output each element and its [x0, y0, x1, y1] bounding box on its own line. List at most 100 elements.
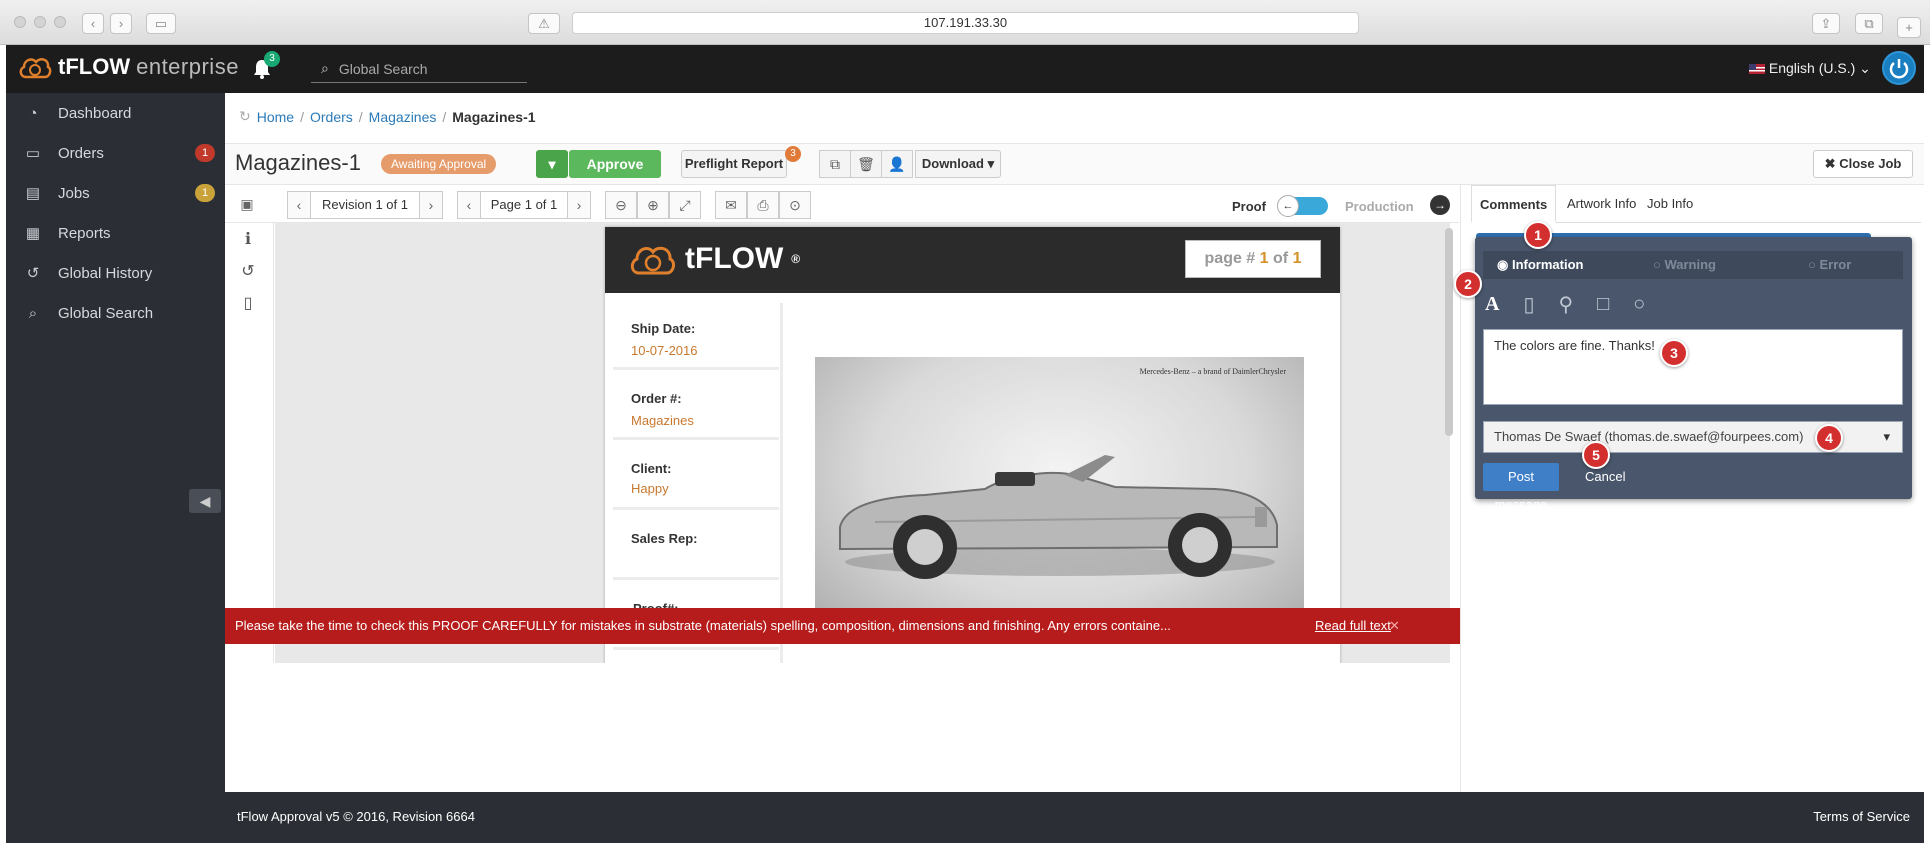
tab-comments[interactable]: Comments — [1471, 185, 1557, 223]
panel-tabs: Comments Artwork Info Job Info — [1471, 185, 1921, 223]
next-revision-icon[interactable]: › — [419, 191, 443, 219]
history-icon[interactable]: ↺ — [238, 261, 258, 283]
prev-page-icon[interactable]: ‹ — [457, 191, 481, 219]
approve-button[interactable]: Approve — [569, 150, 661, 178]
banner-text: Please take the time to check this PROOF… — [235, 618, 1171, 633]
sidebar-item-jobs[interactable]: ▤ Jobs 1 — [6, 173, 225, 213]
power-logout-icon[interactable] — [1882, 51, 1916, 85]
sidebar-item-label: Jobs — [58, 184, 90, 202]
page-annotation-icon[interactable]: ▯ — [1523, 292, 1534, 317]
status-badge: Awaiting Approval — [381, 154, 497, 174]
close-window-icon[interactable] — [14, 16, 26, 28]
info-icon[interactable]: ℹ — [238, 229, 258, 251]
breadcrumb-magazines[interactable]: Magazines — [369, 109, 437, 125]
viewer-tools: ℹ ↺ ▯ — [225, 223, 274, 663]
canvas-scrollbar[interactable] — [1445, 228, 1453, 436]
breadcrumb-separator: / — [442, 108, 447, 125]
thumbnail-image-icon[interactable]: ▣ — [235, 191, 259, 219]
severity-warning[interactable]: ○ Warning — [1653, 251, 1716, 279]
severity-label: Error — [1819, 257, 1852, 272]
trash-icon[interactable]: 🗑 — [850, 150, 882, 178]
breadcrumb-home[interactable]: Home — [257, 109, 294, 125]
pagenum-prefix: page # — [1204, 250, 1256, 267]
warning-icon[interactable]: ⚠ — [528, 13, 560, 34]
callout-marker: 3 — [1660, 339, 1688, 367]
tflow-logo[interactable]: tFLOW enterprise — [18, 53, 239, 81]
maximize-window-icon[interactable] — [54, 16, 66, 28]
severity-error[interactable]: ○ Error — [1808, 251, 1851, 279]
close-banner-icon[interactable]: ✕ — [1389, 608, 1400, 644]
fit-screen-icon[interactable]: ⤢ — [669, 191, 701, 219]
email-icon[interactable]: ✉ — [715, 191, 747, 219]
sidebar-item-dashboard[interactable]: ◔ Dashboard — [6, 93, 225, 133]
expand-panel-arrow-icon[interactable]: → — [1430, 195, 1450, 215]
zoom-out-icon[interactable]: ⊖ — [605, 191, 637, 219]
callout-marker: 1 — [1524, 221, 1552, 249]
radio-icon: ○ — [1653, 257, 1661, 272]
car-illustration — [839, 455, 1278, 579]
global-search-input[interactable]: ⌕ Global Search — [311, 55, 527, 83]
rectangle-annotation-icon[interactable]: □ — [1597, 293, 1609, 316]
new-tab-icon[interactable]: + — [1897, 17, 1921, 38]
address-bar[interactable]: 107.191.33.30 — [572, 12, 1359, 34]
post-message-button[interactable]: Post message — [1483, 463, 1559, 512]
logo-light-text: enterprise — [136, 54, 239, 79]
preflight-report-button[interactable]: Preflight Report — [681, 150, 787, 178]
next-page-icon[interactable]: › — [567, 191, 591, 219]
minimize-window-icon[interactable] — [34, 16, 46, 28]
annotation-tools: A ▯ ⚲ □ ○ — [1485, 289, 1645, 319]
print-icon[interactable]: ⎙ — [747, 191, 779, 219]
severity-selector: ◉ Information ○ Warning ○ Error — [1483, 251, 1903, 279]
close-job-button[interactable]: ✖ Close Job — [1813, 150, 1913, 178]
tabs-icon[interactable]: ⧉ — [1855, 13, 1883, 34]
pin-annotation-icon[interactable]: ⚲ — [1558, 292, 1573, 317]
breadcrumb-orders[interactable]: Orders — [310, 109, 353, 125]
copy-icon[interactable]: ⧉ — [819, 150, 851, 178]
sidebar-item-reports[interactable]: ▦ Reports — [6, 213, 225, 253]
sidebar-toggle-icon[interactable]: ▭ — [146, 13, 176, 34]
file-icon[interactable]: ▯ — [238, 293, 258, 315]
search-icon: ⌕ — [321, 60, 329, 76]
language-selector[interactable]: English (U.S.) ⌄ — [1749, 60, 1871, 77]
severity-label: Information — [1511, 257, 1584, 272]
sidebar-item-label: Global Search — [58, 304, 154, 322]
zoom-in-icon[interactable]: ⊕ — [637, 191, 669, 219]
page-title: Magazines-1 — [235, 150, 361, 175]
sidebar-item-label: Orders — [58, 144, 104, 162]
field-label: Client: — [631, 461, 672, 476]
proof-page-header: tFLOW ® page # 1 of 1 — [605, 227, 1340, 293]
history-icon: ↺ — [26, 265, 40, 282]
proof-page: tFLOW ® page # 1 of 1 Ship Date: 10-07-20… — [605, 227, 1340, 663]
severity-information[interactable]: ◉ Information — [1497, 251, 1583, 279]
download-button[interactable]: Download ▾ — [915, 150, 1001, 178]
download-circle-icon[interactable]: ⊙ — [779, 191, 811, 219]
add-user-icon[interactable]: 👤 — [881, 150, 913, 178]
comment-popup: ◉ Information ○ Warning ○ Error A ▯ ⚲ □ … — [1475, 237, 1912, 512]
circle-annotation-icon[interactable]: ○ — [1633, 293, 1645, 316]
share-icon[interactable]: ⇪ — [1812, 13, 1840, 34]
collapse-sidebar-icon[interactable]: ◀ — [189, 489, 221, 513]
tab-artwork-info[interactable]: Artwork Info — [1559, 185, 1644, 223]
jobs-count-badge: 1 — [195, 184, 215, 202]
comment-textarea[interactable]: The colors are fine. Thanks! — [1483, 329, 1903, 405]
back-icon[interactable]: ‹ — [82, 13, 104, 34]
text-annotation-icon[interactable]: A — [1485, 293, 1499, 316]
refresh-icon[interactable]: ↻ — [239, 108, 251, 125]
approve-dropdown-button[interactable]: ▾ — [536, 150, 568, 178]
pagenum-of: of — [1273, 250, 1289, 267]
tab-job-info[interactable]: Job Info — [1639, 185, 1701, 223]
cloud-logo-icon — [630, 246, 676, 275]
read-full-text-link[interactable]: Read full text — [1315, 608, 1391, 644]
terms-of-service-link[interactable]: Terms of Service — [1813, 809, 1910, 824]
toggle-arrow-icon[interactable]: ← — [1277, 195, 1299, 217]
proof-warning-banner: Please take the time to check this PROOF… — [225, 608, 1460, 644]
proof-canvas[interactable]: tFLOW ® page # 1 of 1 Ship Date: 10-07-20… — [275, 223, 1450, 663]
sidebar-item-orders[interactable]: ▭ Orders 1 — [6, 133, 225, 173]
breadcrumb-separator: / — [300, 108, 304, 125]
sidebar-item-global-search[interactable]: ⌕ Global Search — [6, 293, 225, 333]
caret-down-icon: ▾ — [987, 156, 995, 171]
sidebar-item-label: Dashboard — [58, 104, 132, 122]
sidebar-item-global-history[interactable]: ↺ Global History — [6, 253, 225, 293]
prev-revision-icon[interactable]: ‹ — [287, 191, 311, 219]
forward-icon[interactable]: › — [110, 13, 132, 34]
